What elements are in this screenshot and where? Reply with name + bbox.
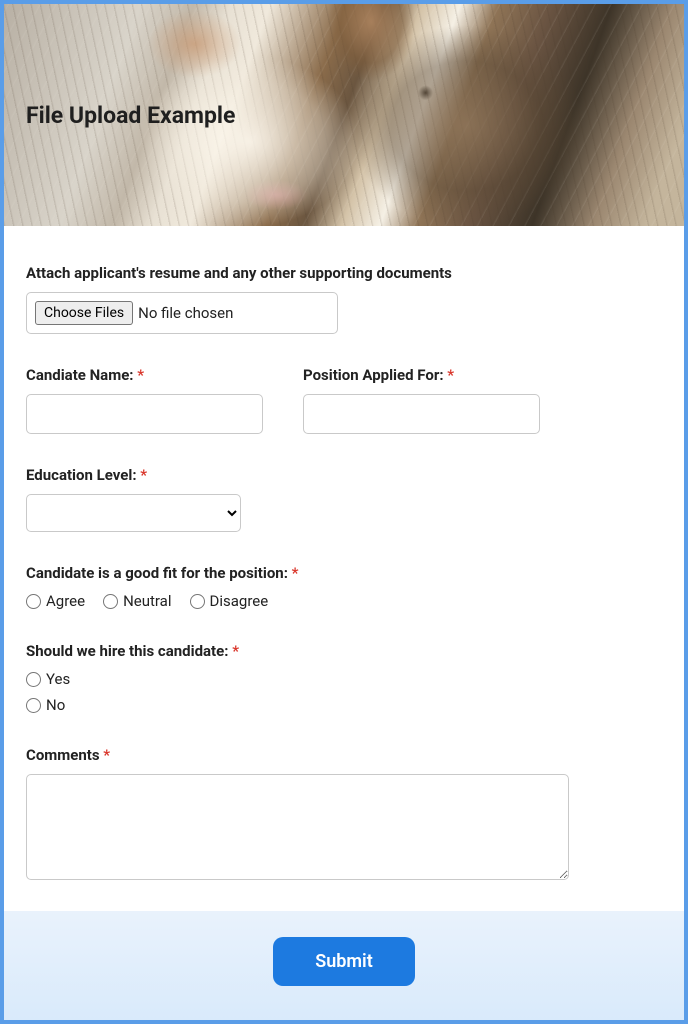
- education-select[interactable]: [26, 494, 241, 532]
- file-chosen-status: No file chosen: [138, 304, 233, 322]
- choose-files-button[interactable]: Choose Files: [35, 301, 133, 325]
- fit-agree-radio[interactable]: [26, 594, 41, 609]
- file-upload-field: Attach applicant's resume and any other …: [26, 264, 662, 334]
- comments-textarea[interactable]: [26, 774, 569, 880]
- fit-agree-option[interactable]: Agree: [26, 592, 85, 610]
- good-fit-label: Candidate is a good fit for the position…: [26, 564, 662, 582]
- hire-yes-option[interactable]: Yes: [26, 670, 662, 688]
- comments-field: Comments *: [26, 746, 662, 884]
- required-asterisk: *: [140, 466, 147, 484]
- position-input[interactable]: [303, 394, 540, 434]
- required-asterisk: *: [137, 366, 144, 384]
- position-label: Position Applied For: *: [303, 366, 540, 384]
- candidate-name-field: Candiate Name: *: [26, 366, 263, 434]
- required-asterisk: *: [292, 564, 299, 582]
- page-title: File Upload Example: [26, 102, 235, 129]
- hire-yes-radio[interactable]: [26, 672, 41, 687]
- hire-no-option[interactable]: No: [26, 696, 662, 714]
- file-input-wrapper[interactable]: Choose Files No file chosen: [26, 292, 338, 334]
- good-fit-field: Candidate is a good fit for the position…: [26, 564, 662, 610]
- required-asterisk: *: [103, 746, 110, 764]
- candidate-name-label: Candiate Name: *: [26, 366, 263, 384]
- hire-options: Yes No: [26, 670, 662, 714]
- required-asterisk: *: [232, 642, 239, 660]
- submit-button[interactable]: Submit: [273, 937, 415, 986]
- candidate-name-input[interactable]: [26, 394, 263, 434]
- hire-label: Should we hire this candidate: *: [26, 642, 662, 660]
- comments-label: Comments *: [26, 746, 662, 764]
- required-asterisk: *: [447, 366, 454, 384]
- form-container: File Upload Example Attach applicant's r…: [4, 4, 684, 1020]
- fit-neutral-option[interactable]: Neutral: [103, 592, 171, 610]
- fit-disagree-option[interactable]: Disagree: [190, 592, 269, 610]
- good-fit-options: Agree Neutral Disagree: [26, 592, 662, 610]
- education-field: Education Level: *: [26, 466, 662, 532]
- hire-field: Should we hire this candidate: * Yes No: [26, 642, 662, 714]
- position-field: Position Applied For: *: [303, 366, 540, 434]
- form-footer: Submit: [4, 911, 684, 1020]
- fit-neutral-radio[interactable]: [103, 594, 118, 609]
- education-label: Education Level: *: [26, 466, 662, 484]
- header-banner: File Upload Example: [4, 4, 684, 226]
- fit-disagree-radio[interactable]: [190, 594, 205, 609]
- form-body: Attach applicant's resume and any other …: [4, 226, 684, 911]
- file-upload-label: Attach applicant's resume and any other …: [26, 264, 662, 282]
- hire-no-radio[interactable]: [26, 698, 41, 713]
- name-position-row: Candiate Name: * Position Applied For: *: [26, 366, 662, 434]
